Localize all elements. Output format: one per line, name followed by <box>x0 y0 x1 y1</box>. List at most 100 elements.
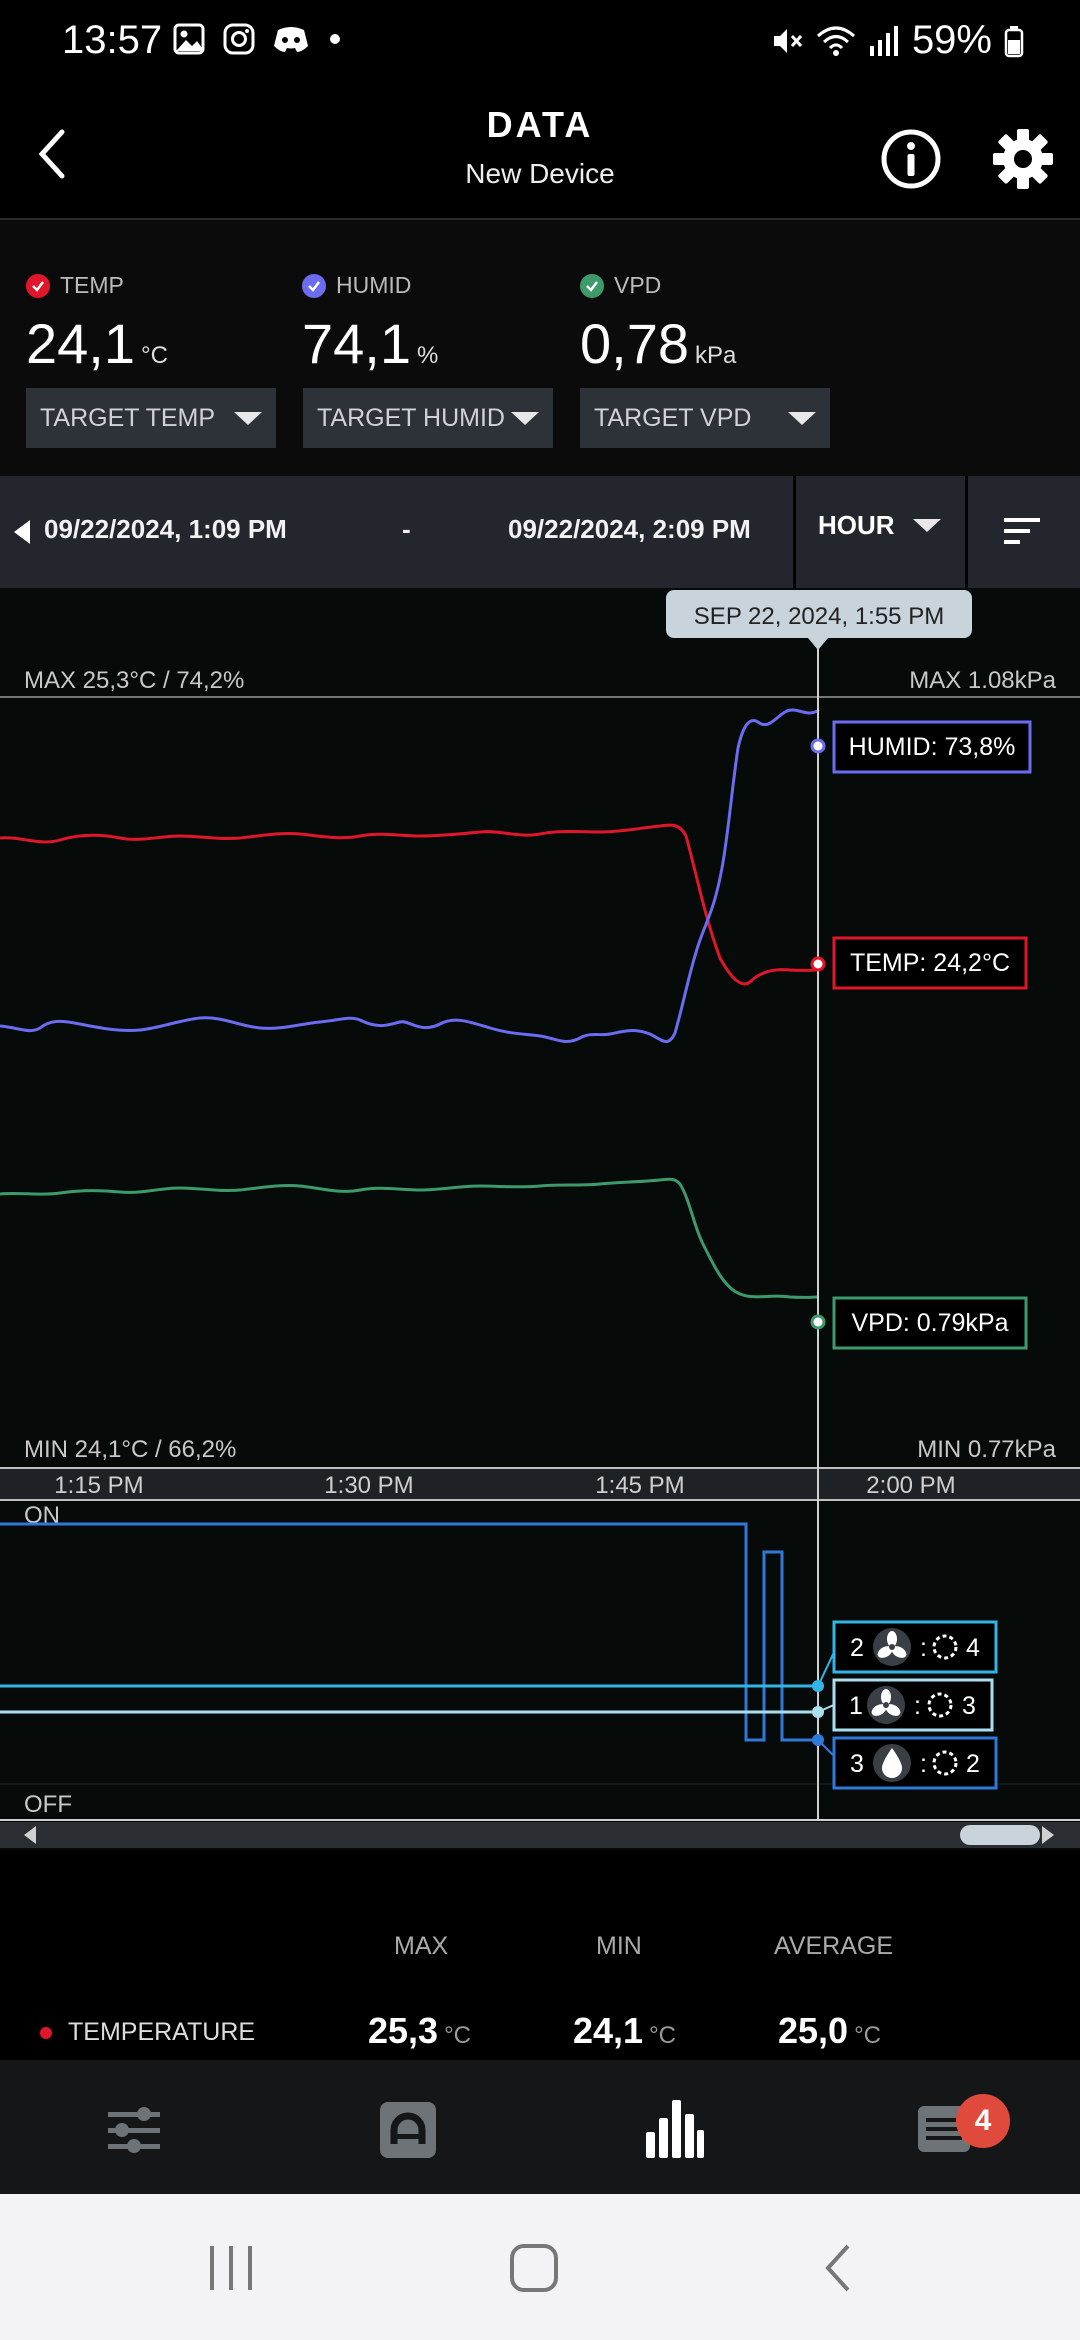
reading-value: 24,1 <box>26 312 135 375</box>
sort-icon[interactable] <box>1004 516 1040 546</box>
automation-icon <box>380 2102 436 2158</box>
home-button[interactable] <box>508 2242 560 2299</box>
row-label: TEMPERATURE <box>68 2018 256 2046</box>
range-end[interactable]: 09/22/2024, 2:09 PM <box>508 514 751 545</box>
mute-icon <box>773 28 803 53</box>
reading-temp: TEMP 24,1 °C <box>26 272 168 376</box>
status-time: 13:57 <box>62 18 163 62</box>
controls-tab[interactable] <box>104 2100 164 2165</box>
bar-chart-icon <box>646 2100 704 2158</box>
tick-label: 1:15 PM <box>54 1472 143 1499</box>
signal-icon <box>869 25 898 56</box>
off-label: OFF <box>24 1791 72 1818</box>
battery-icon <box>1004 25 1024 57</box>
range-start[interactable]: 09/22/2024, 1:09 PM <box>44 514 287 545</box>
tick-label: 1:30 PM <box>324 1472 413 1499</box>
vpd-point <box>810 1314 826 1330</box>
chevron-down-icon <box>511 411 539 425</box>
scrollbar-thumb[interactable] <box>960 1825 1040 1845</box>
notification-badge: 4 <box>956 2094 1010 2148</box>
info-icon <box>881 129 941 189</box>
vpd-line <box>0 1177 819 1299</box>
chart-svg: MAX 25,3°C / 74,2% MAX 1.08kPa MIN 24,1°… <box>0 590 1080 1848</box>
back-icon <box>825 2244 850 2292</box>
unit: °C <box>854 2022 882 2049</box>
max-value: 25,3 °C <box>368 2010 471 2052</box>
humid-tooltip: HUMID: 73,8% <box>849 733 1016 761</box>
gallery-icon <box>173 23 205 55</box>
column-header: MIN <box>596 1932 642 1960</box>
info-button[interactable] <box>880 128 942 195</box>
unit: °C <box>444 2022 472 2049</box>
level-value: 4 <box>966 1634 980 1662</box>
unit: °C <box>649 2022 677 2049</box>
system-nav-bar <box>0 2194 1080 2340</box>
min-value: 24,1 °C <box>573 2010 676 2052</box>
status-right: 59% <box>770 18 1024 63</box>
target-label: TARGET HUMID <box>317 403 505 432</box>
notification-icons <box>172 22 344 56</box>
readings-panel: TEMP 24,1 °C HUMID 74,1% VPD 0,78 kPa TARG… <box>0 220 1080 476</box>
max-left-label: MAX 25,3°C / 74,2% <box>24 667 244 694</box>
app-header: DATA New Device <box>0 84 1080 220</box>
port-number: 2 <box>850 1634 864 1662</box>
settings-button[interactable] <box>992 128 1054 195</box>
battery-percent: 59% <box>911 18 992 62</box>
reading-value: 0,78 <box>580 312 689 375</box>
device-port3-line <box>0 1522 818 1742</box>
reading-vpd: VPD 0,78 kPa <box>580 272 736 376</box>
chevron-down-icon <box>788 411 816 425</box>
device-tooltip-port3: 3 : 2 <box>832 1736 998 1790</box>
automation-tab[interactable] <box>378 2100 438 2165</box>
reading-humid: HUMID 74,1% <box>302 272 438 376</box>
system-back-button[interactable] <box>820 2242 856 2299</box>
cursor-pointer <box>808 638 828 650</box>
separator: : <box>920 1750 927 1778</box>
reading-label: VPD <box>614 272 662 298</box>
target-label: TARGET VPD <box>594 403 752 432</box>
divider <box>965 476 968 588</box>
min-left-label: MIN 24,1°C / 66,2% <box>24 1436 236 1463</box>
port-number: 3 <box>850 1750 864 1778</box>
target-humid-select[interactable]: TARGET HUMID <box>303 388 553 448</box>
tick-label: 1:45 PM <box>595 1472 684 1499</box>
data-tab[interactable] <box>644 2096 704 2165</box>
reading-value: 74,1 <box>302 312 411 375</box>
reading-unit: % <box>417 342 439 369</box>
tick-label: 2:00 PM <box>866 1472 955 1499</box>
avg-value: 25,0 °C <box>778 2010 881 2052</box>
reading-unit: °C <box>141 342 168 369</box>
separator: : <box>914 1692 921 1720</box>
interval-label: HOUR <box>818 510 895 540</box>
check-icon <box>580 273 604 298</box>
date-range-bar: 09/22/2024, 1:09 PM - 09/22/2024, 2:09 P… <box>0 476 1080 588</box>
target-temp-select[interactable]: TARGET TEMP <box>26 388 276 448</box>
bottom-tab-bar: 4 <box>0 2060 1080 2194</box>
table-row-label: TEMPERATURE <box>40 2018 255 2047</box>
temp-point <box>810 956 826 972</box>
reading-unit: kPa <box>695 342 737 369</box>
device-point <box>812 1680 824 1692</box>
recents-icon <box>210 2246 252 2290</box>
range-separator: - <box>402 514 411 544</box>
interval-select[interactable]: HOUR <box>818 510 941 541</box>
check-icon <box>26 273 50 298</box>
port-number: 1 <box>849 1692 863 1720</box>
cursor-label: SEP 22, 2024, 1:55 PM <box>694 603 944 630</box>
device-point <box>812 1734 824 1746</box>
device-tooltip-port1: 1 : 3 <box>832 1678 994 1732</box>
data-chart[interactable]: MAX 25,3°C / 74,2% MAX 1.08kPa MIN 24,1°… <box>0 588 1080 1850</box>
max-right-label: MAX 1.08kPa <box>909 667 1056 694</box>
scrollbar-track[interactable] <box>0 1822 1080 1848</box>
vpd-tooltip: VPD: 0.79kPa <box>851 1309 1008 1337</box>
min-number: 24,1 <box>573 2010 644 2051</box>
home-icon <box>510 2244 558 2292</box>
target-label: TARGET TEMP <box>40 403 216 432</box>
avg-number: 25,0 <box>778 2010 849 2051</box>
target-vpd-select[interactable]: TARGET VPD <box>580 388 830 448</box>
reading-label: HUMID <box>336 272 412 298</box>
recents-button[interactable] <box>206 2244 256 2297</box>
gear-icon <box>993 129 1053 189</box>
prev-range-icon[interactable] <box>12 518 32 546</box>
min-right-label: MIN 0.77kPa <box>917 1436 1056 1463</box>
